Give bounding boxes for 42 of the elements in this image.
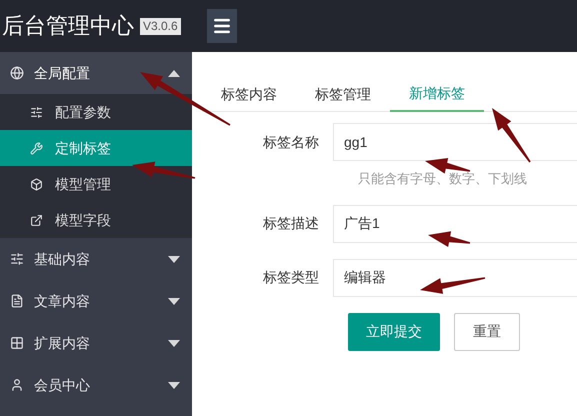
caret-down-icon <box>168 298 180 304</box>
submenu-item[interactable]: 模型管理 <box>0 166 192 202</box>
text-field[interactable]: 编辑器 <box>333 258 577 296</box>
annotation-arrow <box>132 162 196 179</box>
sidebar-item[interactable]: 基础内容 <box>0 238 192 280</box>
sidebar-item[interactable]: 全局配置 <box>0 52 192 94</box>
caret-down-icon <box>168 256 180 262</box>
app-title: 后台管理中心 <box>2 15 134 37</box>
sliders-icon <box>10 252 24 266</box>
submit-button[interactable]: 立即提交 <box>348 312 440 350</box>
caret-up-icon <box>168 70 180 76</box>
cube-icon <box>30 178 43 190</box>
menu-icon <box>212 16 232 36</box>
annotation-arrow <box>425 158 470 174</box>
document-icon <box>10 294 24 308</box>
wrench-icon <box>30 142 43 154</box>
sliders-icon <box>30 106 43 118</box>
annotation-arrow <box>420 277 486 294</box>
submenu-item[interactable]: 模型字段 <box>0 202 192 238</box>
tab[interactable]: 新增标签 <box>390 76 484 112</box>
sidebar-item[interactable]: 会员中心 <box>0 364 192 406</box>
grid-icon <box>10 336 24 350</box>
sidebar-item[interactable]: 扩展内容 <box>0 322 192 364</box>
version-badge: V3.0.6 <box>140 18 181 34</box>
user-icon <box>10 378 24 392</box>
submenu-item[interactable]: 定制标签 <box>0 130 192 166</box>
menu-toggle-button[interactable] <box>206 9 237 43</box>
sidebar-item[interactable]: 文章内容 <box>0 280 192 322</box>
field-hint: 只能含有字母、数字、下划线 <box>358 170 527 188</box>
annotation-arrow <box>428 231 470 247</box>
field-label: 标签名称 <box>262 132 320 152</box>
annotation-arrow <box>492 108 531 162</box>
caret-down-icon <box>168 382 180 388</box>
tab[interactable]: 标签内容 <box>202 76 296 112</box>
external-link-icon <box>30 214 43 226</box>
submenu-item[interactable]: 配置参数 <box>0 94 192 130</box>
caret-down-icon <box>168 340 180 346</box>
field-label: 标签描述 <box>262 214 320 233</box>
tab[interactable]: 标签管理 <box>296 76 390 112</box>
field-label: 标签类型 <box>262 268 320 287</box>
reset-button[interactable]: 重置 <box>454 312 520 350</box>
globe-icon <box>10 66 24 80</box>
